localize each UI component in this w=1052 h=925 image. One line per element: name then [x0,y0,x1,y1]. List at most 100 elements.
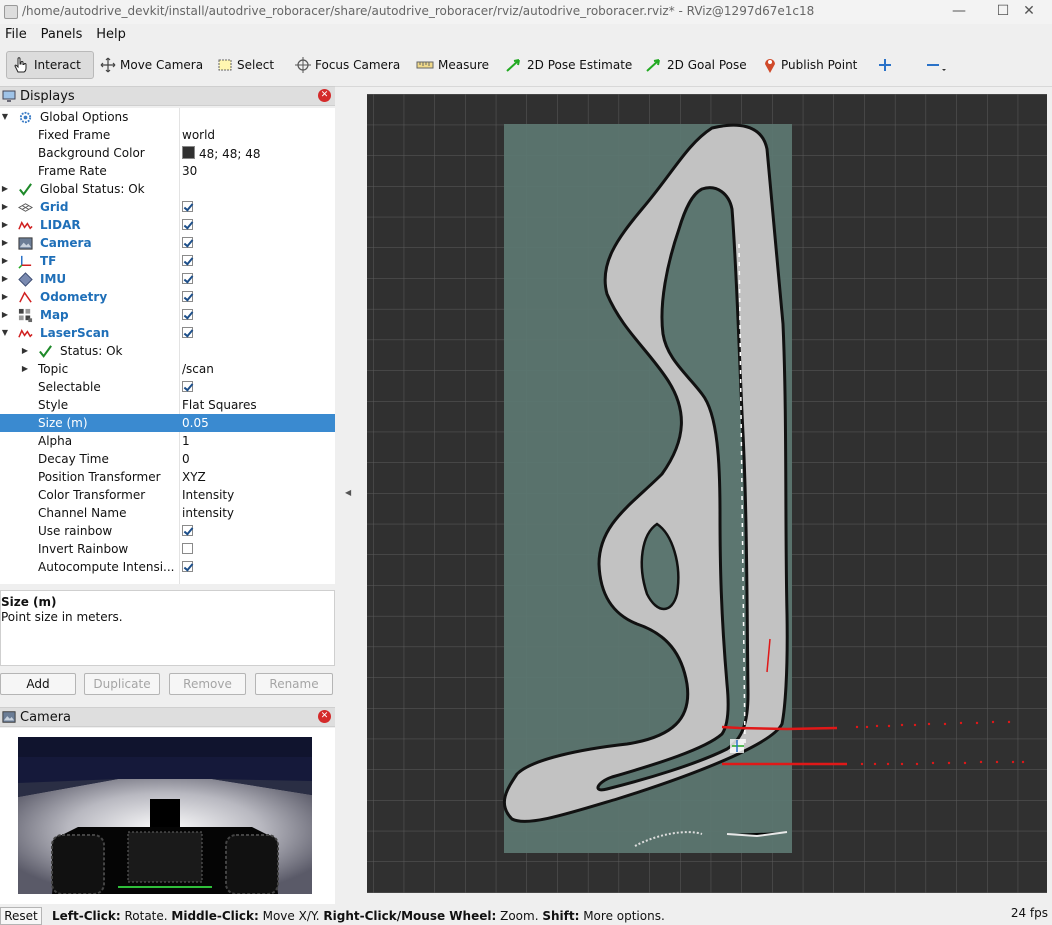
selectable-checkbox[interactable] [182,381,193,392]
rename-display-button[interactable]: Rename [255,673,333,695]
measure-tool-button[interactable]: Measure [411,51,494,79]
remove-display-button[interactable]: Remove [169,673,246,695]
tree-row-lidar[interactable]: ▶ LIDAR [0,216,335,234]
tree-row-background-color[interactable]: Background Color 48; 48; 48 [0,144,335,162]
menu-help[interactable]: Help [91,25,131,44]
tree-row-grid[interactable]: ▶ Grid [0,198,335,216]
tree-row-laserscan-status[interactable]: ▶ Status: Ok [0,342,335,360]
autocompute-intensity-checkbox[interactable] [182,561,193,572]
laser-scan-icon [18,221,33,230]
expand-right-icon[interactable]: ▶ [20,342,30,360]
select-tool-button[interactable]: Select [212,51,279,79]
map-checkbox[interactable] [182,309,193,320]
expand-right-icon[interactable]: ▶ [0,198,10,216]
tree-row-style[interactable]: Style Flat Squares [0,396,335,414]
use-rainbow-checkbox[interactable] [182,525,193,536]
expand-right-icon[interactable]: ▶ [0,288,10,306]
image-icon [18,237,33,250]
panel-collapse-arrow-icon[interactable]: ◀ [345,488,351,497]
goal-pose-tool-button[interactable]: 2D Goal Pose [640,51,752,79]
camera-checkbox[interactable] [182,237,193,248]
decay-time-value[interactable]: 0 [182,452,190,466]
color-transformer-value[interactable]: Intensity [182,488,234,502]
laserscan-checkbox[interactable] [182,327,193,338]
expand-down-icon[interactable]: ▼ [0,108,10,126]
expand-right-icon[interactable]: ▶ [0,216,10,234]
lidar-checkbox[interactable] [182,219,193,230]
tree-row-global-status[interactable]: ▶ Global Status: Ok [0,180,335,198]
expand-right-icon[interactable]: ▶ [0,252,10,270]
odometry-checkbox[interactable] [182,291,193,302]
channel-name-value[interactable]: intensity [182,506,234,520]
reset-view-button[interactable]: Reset [0,907,42,925]
use-rainbow-label: Use rainbow [38,524,113,538]
hint-segment: Zoom. [496,909,543,923]
select-box-icon [218,59,232,71]
tree-row-fixed-frame[interactable]: Fixed Frame world [0,126,335,144]
menu-file[interactable]: File [0,25,32,44]
style-value[interactable]: Flat Squares [182,398,257,412]
tree-row-tf[interactable]: ▶ TF [0,252,335,270]
background-color-label: Background Color [38,146,145,160]
size-value[interactable]: 0.05 [182,416,209,430]
tree-row-decay-time[interactable]: Decay Time 0 [0,450,335,468]
publish-point-tool-button[interactable]: Publish Point [758,51,862,79]
window-title: /home/autodrive_devkit/install/autodrive… [22,4,815,18]
tree-row-map[interactable]: ▶ Map [0,306,335,324]
grid-label: Grid [40,200,69,214]
minimize-button[interactable]: — [936,0,982,24]
fixed-frame-value[interactable]: world [182,128,215,142]
tree-row-invert-rainbow[interactable]: Invert Rainbow [0,540,335,558]
tree-row-imu[interactable]: ▶ IMU [0,270,335,288]
frame-rate-value[interactable]: 30 [182,164,197,178]
add-tool-button[interactable] [872,51,898,79]
expand-right-icon[interactable]: ▶ [0,180,10,198]
remove-tool-button[interactable] [920,51,952,79]
tree-row-position-transformer[interactable]: Position Transformer XYZ [0,468,335,486]
expand-right-icon[interactable]: ▶ [0,270,10,288]
tree-row-size[interactable]: Size (m) 0.05 [0,414,335,432]
invert-rainbow-checkbox[interactable] [182,543,193,554]
tree-row-use-rainbow[interactable]: Use rainbow [0,522,335,540]
background-color-value[interactable]: 48; 48; 48 [182,146,261,161]
expand-right-icon[interactable]: ▶ [0,234,10,252]
pose-estimate-tool-button[interactable]: 2D Pose Estimate [500,51,637,79]
tree-row-camera[interactable]: ▶ Camera [0,234,335,252]
expand-down-icon[interactable]: ▼ [0,324,10,342]
imu-checkbox[interactable] [182,273,193,284]
tree-row-channel-name[interactable]: Channel Name intensity [0,504,335,522]
duplicate-display-button[interactable]: Duplicate [84,673,160,695]
topic-value[interactable]: /scan [182,362,214,376]
focus-camera-label: Focus Camera [315,58,401,72]
style-label: Style [38,398,69,412]
tree-row-topic[interactable]: ▶ Topic /scan [0,360,335,378]
displays-panel-title: Displays [20,88,75,104]
tree-row-alpha[interactable]: Alpha 1 [0,432,335,450]
close-displays-panel-button[interactable]: ✕ [318,89,331,102]
tree-row-odometry[interactable]: ▶ Odometry [0,288,335,306]
tree-row-color-transformer[interactable]: Color Transformer Intensity [0,486,335,504]
tree-row-selectable[interactable]: Selectable [0,378,335,396]
move-camera-tool-button[interactable]: Move Camera [95,51,208,79]
background-color-text: 48; 48; 48 [199,147,261,161]
alpha-value[interactable]: 1 [182,434,190,448]
position-transformer-value[interactable]: XYZ [182,470,206,484]
tree-row-global-options[interactable]: ▼ Global Options [0,108,335,126]
render-viewport[interactable] [367,94,1047,893]
laserscan-status-label: Status: Ok [60,344,123,358]
add-display-button[interactable]: Add [0,673,76,695]
checkmark-icon [19,183,32,196]
expand-right-icon[interactable]: ▶ [0,306,10,324]
menu-panels[interactable]: Panels [36,25,88,44]
close-window-button[interactable]: ✕ [1006,0,1052,24]
tree-row-autocompute-intensity[interactable]: Autocompute Intensi... [0,558,335,576]
tree-row-frame-rate[interactable]: Frame Rate 30 [0,162,335,180]
interact-tool-button[interactable]: Interact [6,51,94,79]
tree-row-laserscan[interactable]: ▼ LaserScan [0,324,335,342]
close-camera-panel-button[interactable]: ✕ [318,710,331,723]
focus-camera-tool-button[interactable]: Focus Camera [290,51,405,79]
tf-checkbox[interactable] [182,255,193,266]
grid-checkbox[interactable] [182,201,193,212]
expand-right-icon[interactable]: ▶ [20,360,30,378]
grid-icon [18,203,33,212]
